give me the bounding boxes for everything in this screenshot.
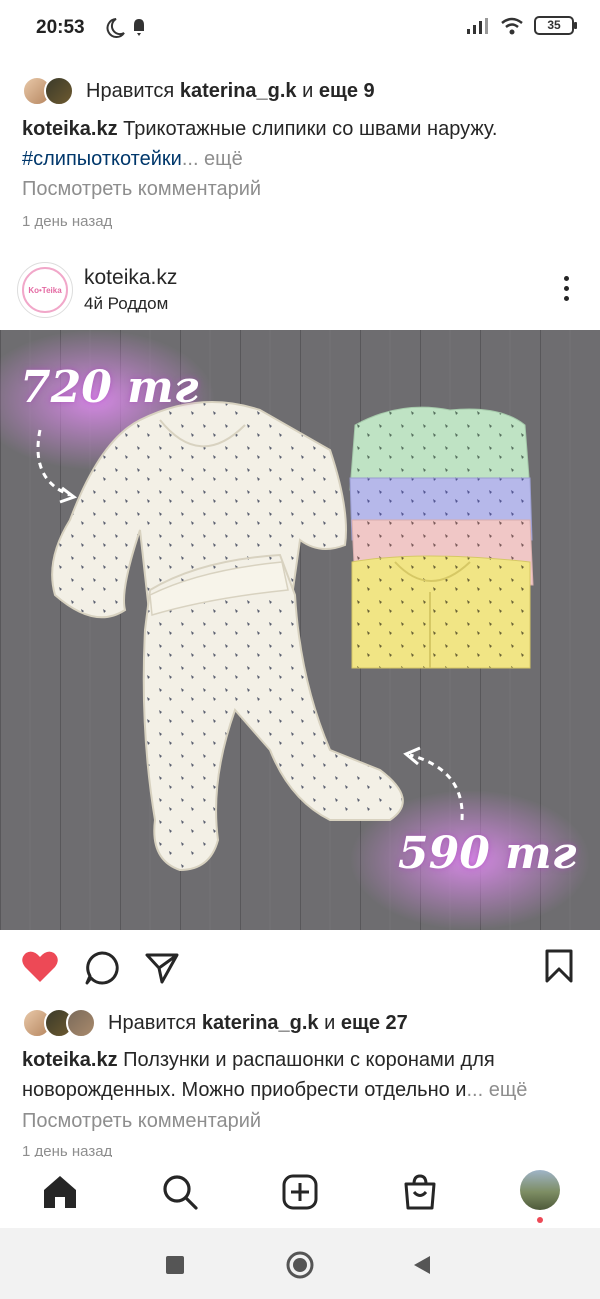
post2-caption: koteika.kz Ползунки и распашонки с корон…: [22, 1045, 582, 1105]
post1-caption: koteika.kz Трикотажные слипики со швами …: [22, 114, 582, 174]
more-link[interactable]: ... ещё: [466, 1079, 527, 1101]
post-image[interactable]: 720 тг 590 тг: [0, 330, 600, 930]
more-options-icon[interactable]: [564, 276, 570, 306]
share-icon[interactable]: [144, 951, 180, 985]
caption-username[interactable]: koteika.kz: [22, 1049, 118, 1071]
likes-others[interactable]: еще 9: [319, 80, 375, 102]
liker-username[interactable]: katerina_g.k: [180, 80, 297, 102]
price-label-bottom: 590 тг: [398, 828, 577, 879]
liker-username[interactable]: katerina_g.k: [202, 1012, 319, 1034]
bottom-navigation: [0, 1158, 600, 1228]
more-link[interactable]: ... ещё: [182, 148, 243, 170]
liker-avatar: [44, 76, 74, 106]
recent-apps-icon[interactable]: [165, 1255, 185, 1275]
status-left-icons: [96, 15, 166, 46]
post1-likes-text: Нравится katerina_g.k и еще 9: [86, 79, 375, 102]
post2-likes-row[interactable]: Нравится katerina_g.k и еще 27: [22, 1008, 408, 1038]
moon-icon: [106, 18, 125, 38]
caption-hashtag[interactable]: #слипыоткотейки: [22, 148, 182, 170]
post1-view-comments-link[interactable]: Посмотреть комментарий: [22, 178, 261, 201]
home-circle-icon[interactable]: [286, 1251, 314, 1279]
post2-time-ago: 1 день назад: [22, 1143, 113, 1157]
post1-likes-row[interactable]: Нравится katerina_g.k и еще 9: [22, 76, 375, 106]
caption-username[interactable]: koteika.kz: [22, 118, 118, 140]
post2-header: Ko•Teika koteika.kz 4й Роддом: [0, 258, 600, 328]
back-icon[interactable]: [412, 1254, 432, 1276]
status-right: 35: [466, 16, 577, 35]
post-author-username[interactable]: koteika.kz: [84, 266, 177, 290]
status-bar: 20:53 35: [0, 0, 600, 56]
liker-avatar: [66, 1008, 96, 1038]
home-icon[interactable]: [40, 1172, 80, 1212]
notification-icon: [134, 19, 144, 36]
post-actions: [0, 946, 600, 990]
post2-view-comments-link[interactable]: Посмотреть комментарий: [22, 1110, 261, 1133]
wifi-icon: [501, 17, 523, 34]
price-label-top: 720 тг: [20, 362, 199, 413]
comment-icon[interactable]: [84, 950, 120, 986]
post-location[interactable]: 4й Роддом: [84, 294, 168, 314]
android-navigation-bar: [0, 1228, 600, 1299]
search-icon[interactable]: [160, 1172, 200, 1212]
notification-dot: [537, 1217, 543, 1223]
save-bookmark-icon[interactable]: [544, 948, 574, 984]
battery-indicator: 35: [534, 16, 577, 35]
likes-others[interactable]: еще 27: [341, 1012, 408, 1034]
post1-time-ago: 1 день назад: [22, 213, 113, 230]
profile-avatar[interactable]: [520, 1170, 560, 1223]
new-post-icon[interactable]: [280, 1172, 320, 1212]
post2-likes-text: Нравится katerina_g.k и еще 27: [108, 1011, 408, 1034]
like-heart-icon[interactable]: [21, 950, 59, 984]
post-author-avatar[interactable]: Ko•Teika: [17, 262, 73, 318]
status-time: 20:53: [36, 17, 85, 38]
caption-text: Трикотажные слипики со швами наружу.: [123, 118, 498, 140]
avatar-logo-text: Ko•Teika: [22, 267, 68, 313]
shop-bag-icon[interactable]: [400, 1172, 440, 1212]
signal-icon: [467, 17, 488, 34]
